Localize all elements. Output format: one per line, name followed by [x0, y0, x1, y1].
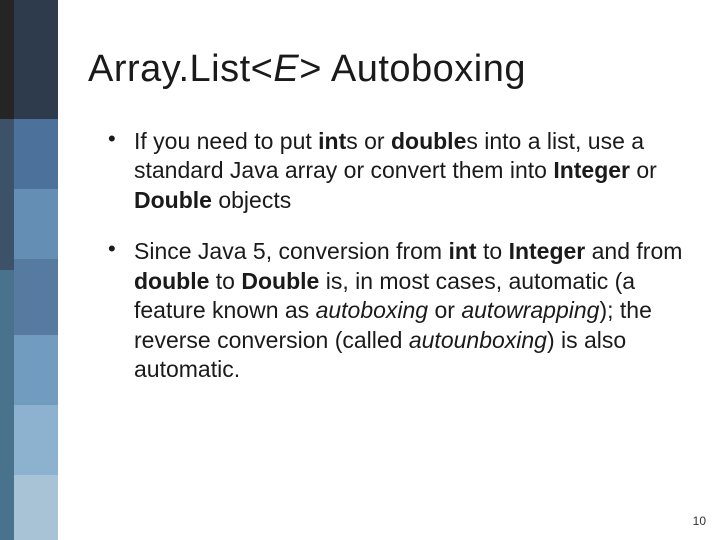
text-run: to — [477, 238, 509, 264]
title-pre: Array.List< — [88, 48, 273, 90]
text-run: autowrapping — [461, 297, 599, 323]
text-run: Double — [134, 187, 212, 213]
sidebar-decoration — [0, 0, 58, 540]
text-run: double — [391, 128, 466, 154]
slide-content: Array.List<E> Autoboxing If you need to … — [88, 48, 688, 407]
text-run: int — [448, 238, 476, 264]
bullet-list: If you need to put ints or doubles into … — [88, 127, 688, 385]
text-run: Integer — [509, 238, 586, 264]
text-run: double — [134, 268, 209, 294]
bullet-item: Since Java 5, conversion from int to Int… — [100, 237, 688, 384]
text-run: s or — [346, 128, 391, 154]
text-run: autoboxing — [316, 297, 429, 323]
slide-title: Array.List<E> Autoboxing — [88, 48, 688, 91]
text-run: int — [318, 128, 346, 154]
text-run: If you need to put — [134, 128, 318, 154]
text-run: Integer — [553, 157, 630, 183]
title-post: > Autoboxing — [299, 48, 526, 90]
text-run: to — [209, 268, 241, 294]
title-em: E — [273, 48, 299, 90]
page-number: 10 — [693, 514, 706, 528]
text-run: or — [428, 297, 461, 323]
text-run: and from — [585, 238, 682, 264]
text-run: or — [630, 157, 657, 183]
text-run: objects — [212, 187, 291, 213]
text-run: Double — [241, 268, 319, 294]
text-run: Since Java 5, conversion from — [134, 238, 448, 264]
text-run: autounboxing — [409, 327, 547, 353]
bullet-item: If you need to put ints or doubles into … — [100, 127, 688, 215]
